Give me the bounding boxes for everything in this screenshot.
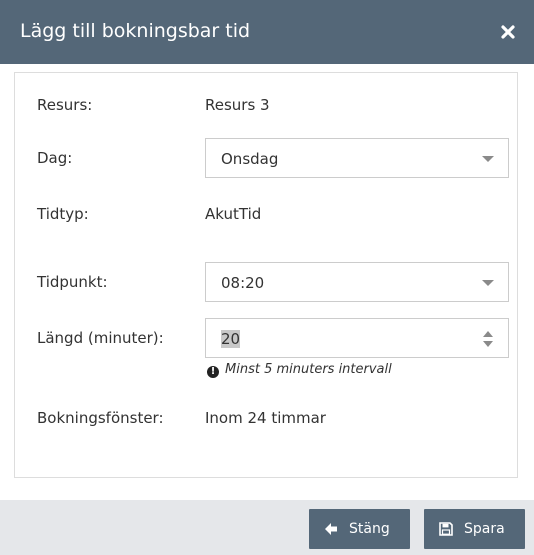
bokningsfonster-value: Inom 24 timmar <box>205 409 326 427</box>
tidpunkt-label: Tidpunkt: <box>37 273 108 291</box>
langd-value: 20 <box>221 330 241 348</box>
dialog-header: Lägg till bokningsbar tid <box>0 0 534 64</box>
resurs-value: Resurs 3 <box>205 96 270 114</box>
dialog-title: Lägg till bokningsbar tid <box>20 20 251 42</box>
resurs-label: Resurs: <box>37 96 93 114</box>
tidpunkt-select[interactable]: 08:20 <box>205 262 509 302</box>
langd-hint: ! Minst 5 minuters intervall <box>207 361 392 379</box>
langd-hint-text: Minst 5 minuters intervall <box>225 362 392 377</box>
langd-label: Längd (minuter): <box>37 329 164 347</box>
tidtyp-value: AkutTid <box>205 205 262 223</box>
stang-button-label: Stäng <box>349 521 390 537</box>
dag-select[interactable]: Onsdag <box>205 138 509 178</box>
spinner-icon[interactable] <box>482 328 494 350</box>
spara-button-label: Spara <box>464 521 505 537</box>
dag-select-value: Onsdag <box>221 150 279 168</box>
tidtyp-label: Tidtyp: <box>37 205 89 223</box>
langd-number-input[interactable]: 20 <box>205 318 509 358</box>
floppy-disk-icon <box>439 522 453 536</box>
spara-button[interactable]: Spara <box>424 509 525 549</box>
dialog-footer: Stäng Spara <box>0 500 534 555</box>
info-circle-icon: ! <box>207 366 219 378</box>
stang-button[interactable]: Stäng <box>309 509 410 549</box>
bokningsfonster-label: Bokningsfönster: <box>37 409 164 427</box>
arrow-left-icon <box>325 523 337 535</box>
tidpunkt-select-value: 08:20 <box>221 274 265 292</box>
form-panel: Resurs: Resurs 3 Dag: Onsdag Tidtyp: Aku… <box>14 72 518 478</box>
add-bookable-time-dialog: Lägg till bokningsbar tid Resurs: Resurs… <box>0 0 534 555</box>
close-icon <box>501 25 515 39</box>
close-button[interactable] <box>496 20 520 44</box>
dag-label: Dag: <box>37 149 73 167</box>
chevron-down-icon <box>482 156 494 162</box>
chevron-down-icon <box>482 280 494 286</box>
